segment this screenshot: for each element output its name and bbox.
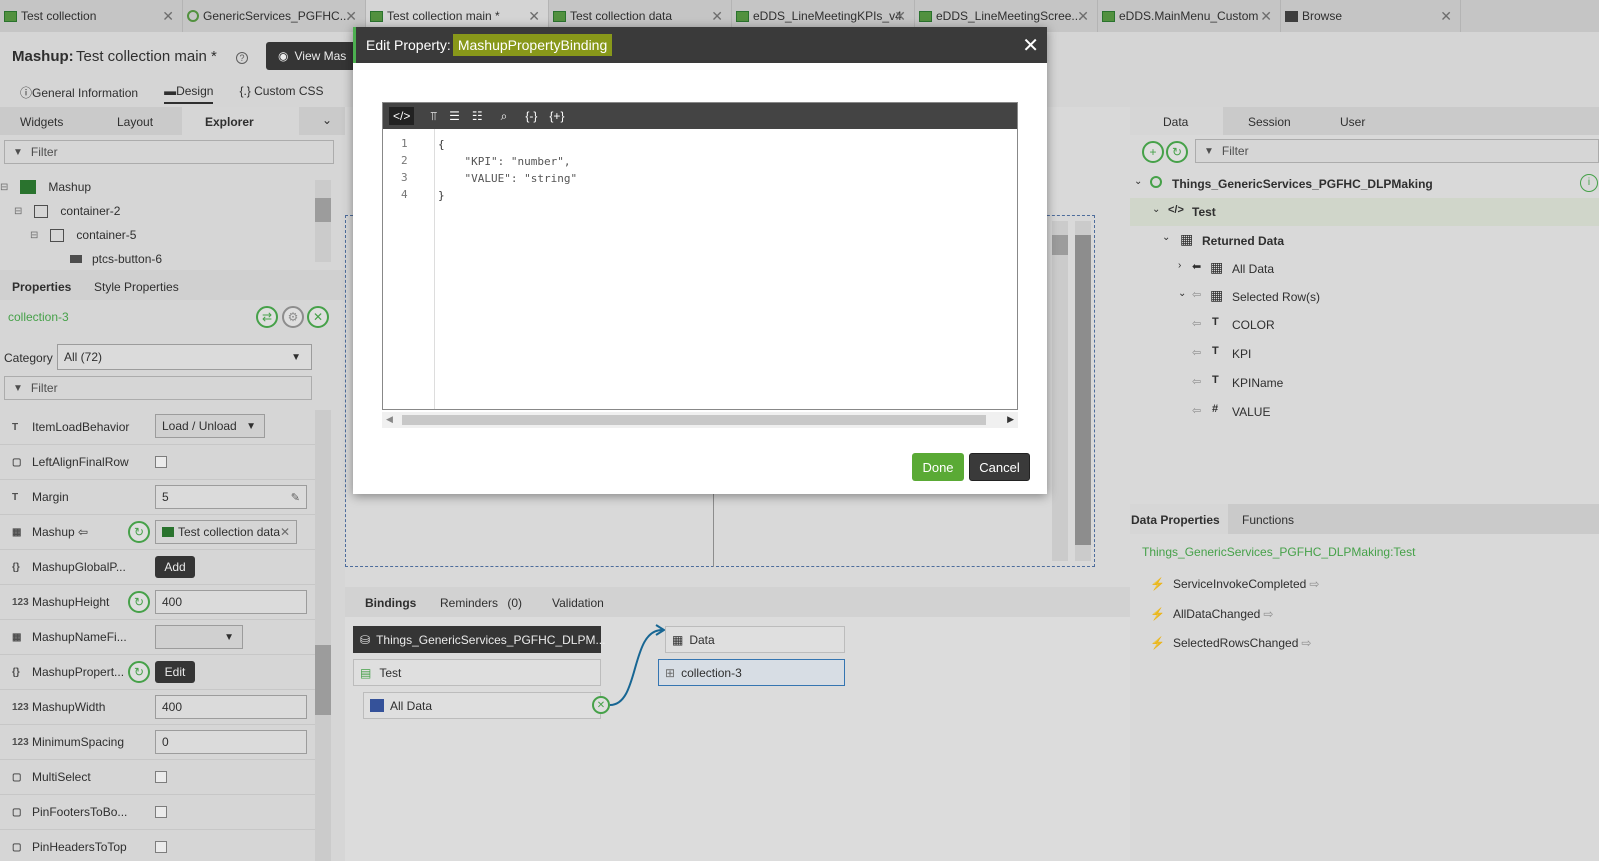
close-icon[interactable]: ✕ <box>1022 33 1039 58</box>
expand-all-icon[interactable]: {+} <box>549 109 564 123</box>
edit-property-dialog: Edit Property: MashupPropertyBinding ✕ <… <box>353 27 1047 494</box>
done-button[interactable]: Done <box>912 453 964 481</box>
editor-horizontal-scrollbar[interactable]: ◀ ▶ <box>382 412 1018 428</box>
align-icon[interactable]: ☰ <box>449 109 460 123</box>
dialog-title-prefix: Edit Property: <box>366 37 451 53</box>
cancel-button[interactable]: Cancel <box>969 453 1030 481</box>
code-view-icon[interactable]: </> <box>389 107 415 125</box>
scroll-thumb[interactable] <box>402 415 986 425</box>
format-icon[interactable]: ⫪ <box>430 109 437 124</box>
title-accent <box>353 27 356 63</box>
indent-icon[interactable]: ☷ <box>472 109 483 123</box>
dialog-title-property: MashupPropertyBinding <box>452 34 613 56</box>
search-icon[interactable]: ⌕ <box>501 109 508 124</box>
collapse-all-icon[interactable]: {-} <box>525 109 537 123</box>
line-numbers: 1 2 3 4 <box>383 129 435 409</box>
code-content[interactable]: { "KPI": "number", "VALUE": "string" } <box>438 136 577 204</box>
editor-toolbar: </> ⫪ ☰ ☷ ⌕ {-} {+} <box>383 103 1017 129</box>
dialog-title-bar: Edit Property: MashupPropertyBinding ✕ <box>353 27 1047 63</box>
scroll-right-icon[interactable]: ▶ <box>1007 414 1014 425</box>
json-editor[interactable]: </> ⫪ ☰ ☷ ⌕ {-} {+} 1 2 3 4 { "KPI": "nu… <box>382 102 1018 410</box>
scroll-left-icon[interactable]: ◀ <box>386 414 393 425</box>
